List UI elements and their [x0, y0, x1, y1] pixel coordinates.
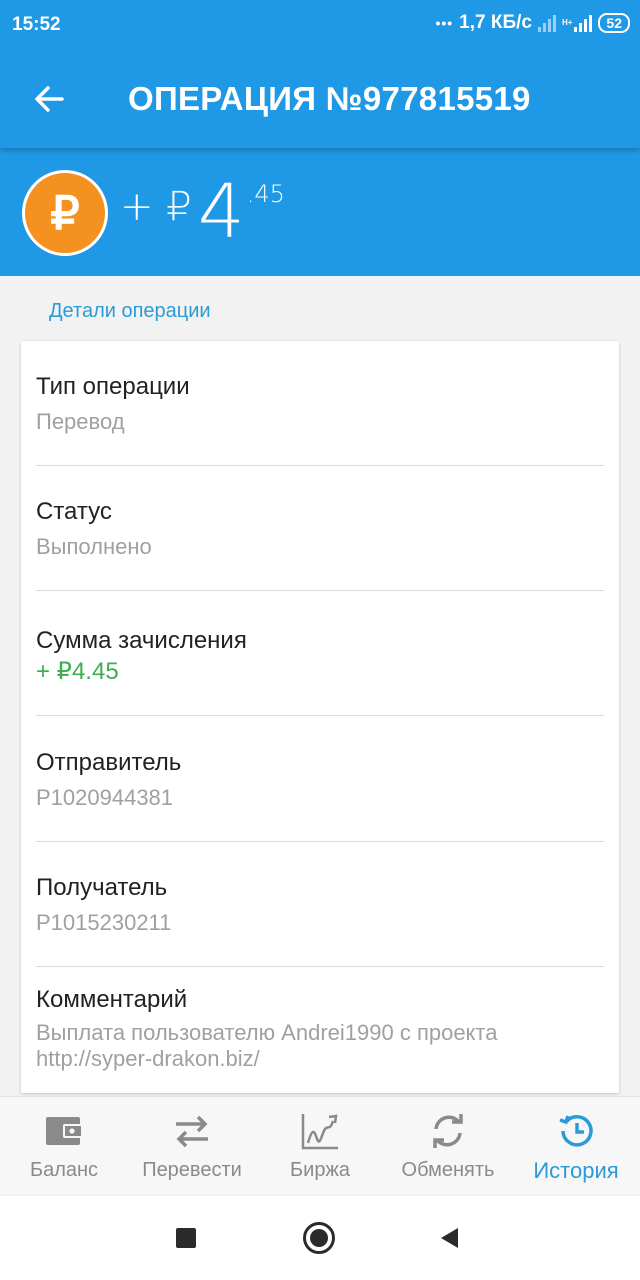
battery-icon: 52 [598, 13, 630, 33]
status-time: 15:52 [12, 14, 61, 35]
detail-value: P1015230211 [36, 910, 172, 935]
wifi-signal-icon [537, 14, 556, 32]
detail-label: Статус [36, 498, 112, 525]
wallet-icon [46, 1117, 83, 1145]
home-button[interactable] [303, 1222, 335, 1254]
divider [36, 841, 604, 842]
tab-label: Обменять [401, 1159, 495, 1181]
divider [36, 715, 604, 716]
transaction-amount: + ₽ 4 .45 [120, 168, 285, 256]
detail-label: Получатель [36, 874, 168, 901]
details-card: Тип операции Перевод Статус Выполнено Су… [21, 341, 619, 1093]
amount-header: ₽ + ₽ 4 .45 [0, 148, 640, 276]
bottom-tab-bar: Баланс Перевести Биржа Обменять История [0, 1096, 640, 1194]
detail-row-status: Статус Выполнено [36, 498, 604, 560]
network-type: H+ [561, 18, 573, 27]
tab-label: Перевести [142, 1159, 242, 1181]
divider [36, 590, 604, 591]
status-right: ••• 1,7 КБ/с H+ 52 [435, 12, 630, 34]
detail-label: Тип операции [36, 373, 190, 400]
back-triangle-icon [441, 1228, 458, 1248]
detail-label: Сумма зачисления [36, 627, 247, 654]
detail-row-recipient: Получатель P1015230211 [36, 874, 604, 936]
tab-transfer[interactable]: Перевести [128, 1097, 256, 1195]
history-icon [559, 1115, 593, 1147]
back-button[interactable] [28, 74, 72, 124]
ruble-coin-icon: ₽ [22, 170, 108, 256]
currency-symbol: ₽ [50, 187, 80, 239]
status-bar: 15:52 ••• 1,7 КБ/с H+ 52 [0, 0, 640, 50]
detail-value: P1020944381 [36, 785, 174, 810]
detail-value: Выполнено [36, 534, 152, 559]
chart-icon [301, 1114, 338, 1150]
divider [36, 966, 604, 967]
tab-label: История [533, 1158, 619, 1183]
detail-row-amount: Сумма зачисления + ₽4.45 [36, 627, 604, 685]
page-title: ОПЕРАЦИЯ №977815519 [128, 80, 531, 117]
detail-row-sender: Отправитель P1020944381 [36, 749, 604, 811]
system-nav-bar [0, 1196, 640, 1280]
amount-integer: 4 [197, 169, 245, 255]
tab-label: Биржа [290, 1159, 350, 1181]
detail-row-comment: Комментарий Выплата пользователю Andrei1… [36, 986, 604, 1072]
recents-button[interactable] [176, 1228, 196, 1248]
tab-exchange-market[interactable]: Биржа [256, 1097, 384, 1195]
app-bar: ОПЕРАЦИЯ №977815519 [0, 50, 640, 148]
signal-dots-icon: ••• [435, 15, 454, 31]
detail-row-type: Тип операции Перевод [36, 373, 604, 435]
amount-cents: .45 [246, 180, 285, 208]
tab-swap[interactable]: Обменять [384, 1097, 512, 1195]
detail-value-amount: + ₽4.45 [36, 658, 119, 685]
divider [36, 465, 604, 466]
transfer-arrows-icon [176, 1115, 208, 1148]
detail-value: Перевод [36, 409, 125, 434]
system-back-button[interactable] [438, 1226, 460, 1255]
home-circle-icon [303, 1222, 335, 1254]
network-speed: 1,7 КБ/с [459, 12, 532, 33]
exchange-refresh-icon [433, 1114, 463, 1148]
recents-square-icon [176, 1228, 196, 1248]
detail-value: Выплата пользователю Andrei1990 с проект… [36, 1020, 498, 1071]
detail-label: Отправитель [36, 749, 182, 776]
detail-label: Комментарий [36, 986, 188, 1013]
section-title: Детали операции [49, 300, 211, 322]
tab-balance[interactable]: Баланс [0, 1097, 128, 1195]
arrow-left-icon [35, 86, 64, 112]
amount-sign: + ₽ [120, 184, 192, 230]
cell-signal-icon [574, 14, 593, 32]
tab-history[interactable]: История [512, 1097, 640, 1195]
